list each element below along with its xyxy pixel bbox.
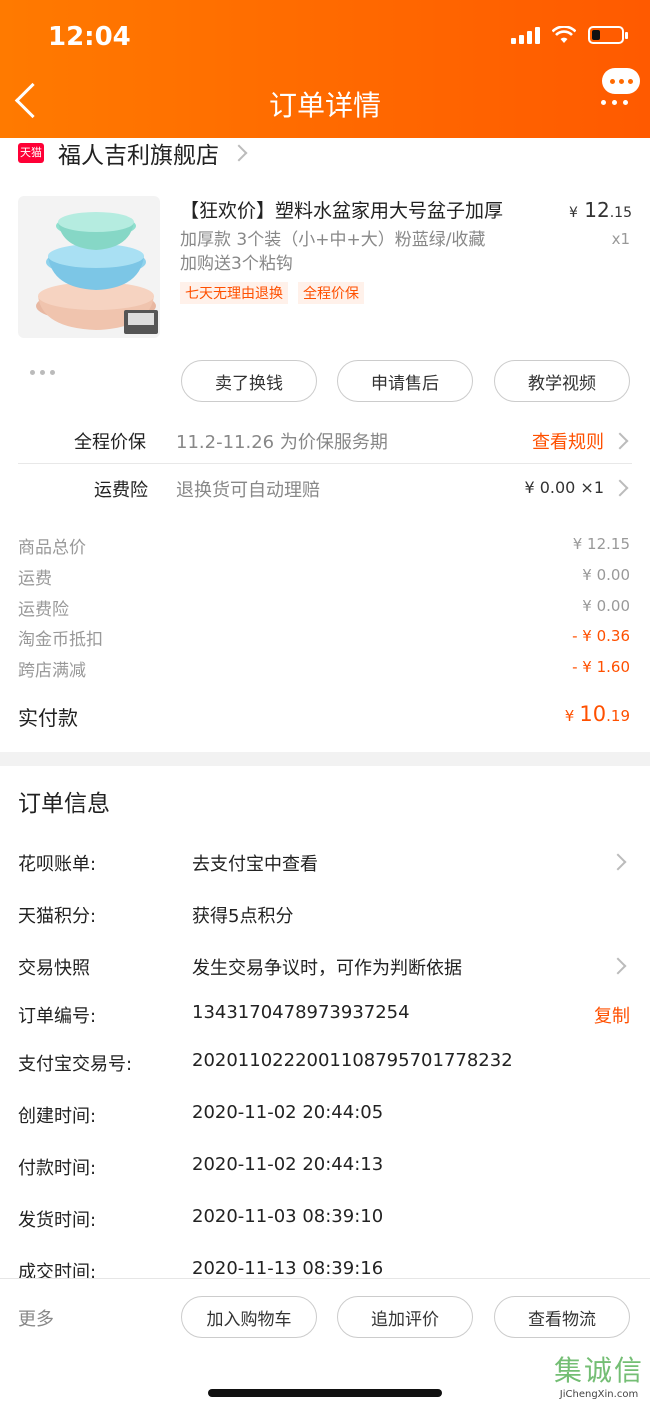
summary-value: - ¥ 1.60 bbox=[572, 658, 630, 676]
more-button[interactable]: 更多 bbox=[18, 1305, 54, 1331]
summary-value: ¥ 0.00 bbox=[582, 566, 630, 584]
cellular-signal-icon bbox=[511, 26, 540, 44]
currency-symbol: ¥ bbox=[569, 205, 578, 221]
paid-int: 10 bbox=[579, 702, 607, 726]
home-indicator[interactable] bbox=[208, 1389, 442, 1397]
paid-label: 实付款 bbox=[18, 706, 78, 730]
summary-value: - ¥ 0.36 bbox=[572, 627, 630, 645]
more-options-icon[interactable] bbox=[30, 370, 55, 375]
order-info-title: 订单信息 bbox=[18, 791, 110, 817]
service-tag: 全程价保 bbox=[298, 282, 364, 304]
product-sku-line: 加厚款 3个装（小+中+大）粉蓝绿/收藏 bbox=[180, 230, 486, 250]
shipping-insurance-value: ¥ 0.00 ×1 bbox=[524, 478, 604, 497]
watermark-site: JiChengXin.com bbox=[559, 1389, 639, 1400]
summary-value: ¥ 0.00 bbox=[582, 597, 630, 615]
chevron-right-icon bbox=[611, 479, 629, 496]
info-label: 花呗账单: bbox=[18, 854, 97, 875]
info-value: 2020-11-03 08:39:10 bbox=[192, 1206, 384, 1227]
huabei-bill-link[interactable]: 去支付宝中查看 bbox=[192, 850, 318, 876]
watermark-brand: 集诚信 bbox=[553, 1354, 644, 1387]
info-label: 创建时间: bbox=[18, 1106, 97, 1127]
info-label: 天猫积分: bbox=[18, 906, 97, 927]
info-label: 交易快照 bbox=[18, 958, 90, 979]
bottom-action-bar: 更多 加入购物车 追加评价 查看物流 集诚信 JiChengXin.com bbox=[0, 1278, 650, 1407]
price-protect-period: 11.2-11.26 为价保服务期 bbox=[176, 432, 388, 453]
view-rules-link[interactable]: 查看规则 bbox=[532, 428, 629, 454]
currency-symbol: ¥ bbox=[564, 707, 575, 725]
service-tag: 七天无理由退换 bbox=[180, 282, 288, 304]
summary-label: 运费 bbox=[18, 569, 52, 589]
shipping-insurance-label: 运费险 bbox=[94, 480, 148, 501]
more-dots-icon[interactable] bbox=[601, 100, 628, 105]
info-label: 订单编号: bbox=[18, 1006, 97, 1027]
basin-stack-illustration bbox=[36, 212, 158, 334]
view-logistics-button[interactable]: 查看物流 bbox=[494, 1296, 630, 1338]
wifi-icon bbox=[552, 26, 576, 43]
summary-label: 跨店满减 bbox=[18, 661, 86, 681]
page-title: 订单详情 bbox=[268, 89, 381, 122]
battery-icon bbox=[588, 26, 628, 44]
paid-amount: ¥ 10.19 bbox=[565, 702, 630, 726]
price-int: 12 bbox=[584, 198, 610, 222]
chevron-right-icon[interactable] bbox=[609, 853, 627, 871]
product-price: ¥ 12.15 bbox=[569, 198, 632, 222]
price-decimal: .15 bbox=[609, 205, 632, 221]
info-value: 2020-11-02 20:44:13 bbox=[192, 1154, 384, 1175]
store-name: 福人吉利旗舰店 bbox=[58, 143, 219, 169]
app-header: 12:04 订单详情 bbox=[0, 0, 650, 138]
info-label: 发货时间: bbox=[18, 1210, 97, 1231]
shipping-insurance-detail[interactable]: ¥ 0.00 ×1 bbox=[524, 478, 629, 497]
divider bbox=[18, 463, 632, 464]
snapshot-link[interactable]: 发生交易争议时，可作为判断依据 bbox=[192, 954, 462, 980]
product-sku: 加厚款 3个装（小+中+大）粉蓝绿/收藏 加购送3个粘钩 bbox=[180, 228, 485, 276]
info-label: 付款时间: bbox=[18, 1158, 97, 1179]
product-sku-line: 加购送3个粘钩 bbox=[180, 254, 293, 274]
order-number: 1343170478973937254 bbox=[192, 1002, 410, 1023]
sell-button[interactable]: 卖了换钱 bbox=[181, 360, 317, 402]
view-rules-label: 查看规则 bbox=[532, 432, 604, 453]
product-title[interactable]: 【狂欢价】塑料水盆家用大号盆子加厚 bbox=[180, 196, 503, 223]
chevron-right-icon bbox=[611, 432, 629, 450]
status-time: 12:04 bbox=[48, 22, 131, 52]
product-image[interactable] bbox=[18, 196, 160, 338]
summary-value: ¥ 12.15 bbox=[572, 535, 630, 553]
info-value: 获得5点积分 bbox=[192, 906, 294, 927]
shipping-insurance-text: 退换货可自动理赔 bbox=[176, 480, 320, 501]
add-review-button[interactable]: 追加评价 bbox=[337, 1296, 473, 1338]
section-separator bbox=[0, 752, 650, 766]
chevron-right-icon[interactable] bbox=[609, 957, 627, 975]
service-tags: 七天无理由退换 全程价保 bbox=[180, 282, 364, 304]
summary-label: 运费险 bbox=[18, 600, 69, 620]
product-quantity: x1 bbox=[611, 230, 630, 248]
tmall-badge: 天猫 bbox=[18, 143, 44, 163]
info-label: 支付宝交易号: bbox=[18, 1054, 133, 1075]
info-value: 2020-11-02 20:44:05 bbox=[192, 1102, 384, 1123]
status-icons bbox=[511, 26, 628, 44]
price-protect-label: 全程价保 bbox=[74, 432, 146, 453]
store-link[interactable]: 天猫 福人吉利旗舰店 bbox=[18, 138, 248, 169]
copy-button[interactable]: 复制 bbox=[594, 1002, 630, 1028]
info-value: 2020-11-13 08:39:16 bbox=[192, 1258, 384, 1279]
add-to-cart-button[interactable]: 加入购物车 bbox=[181, 1296, 317, 1338]
chevron-right-icon bbox=[230, 144, 248, 162]
alipay-trade-number: 2020110222001108795701778232 bbox=[192, 1050, 513, 1071]
after-sale-button[interactable]: 申请售后 bbox=[337, 360, 473, 402]
summary-label: 淘金币抵扣 bbox=[18, 630, 103, 650]
summary-label: 商品总价 bbox=[18, 538, 86, 558]
tutorial-video-button[interactable]: 教学视频 bbox=[494, 360, 630, 402]
message-bubble-icon[interactable] bbox=[602, 68, 640, 94]
watermark-logo: 集诚信 JiChengXin.com bbox=[554, 1349, 644, 1400]
paid-decimal: .19 bbox=[606, 707, 630, 725]
